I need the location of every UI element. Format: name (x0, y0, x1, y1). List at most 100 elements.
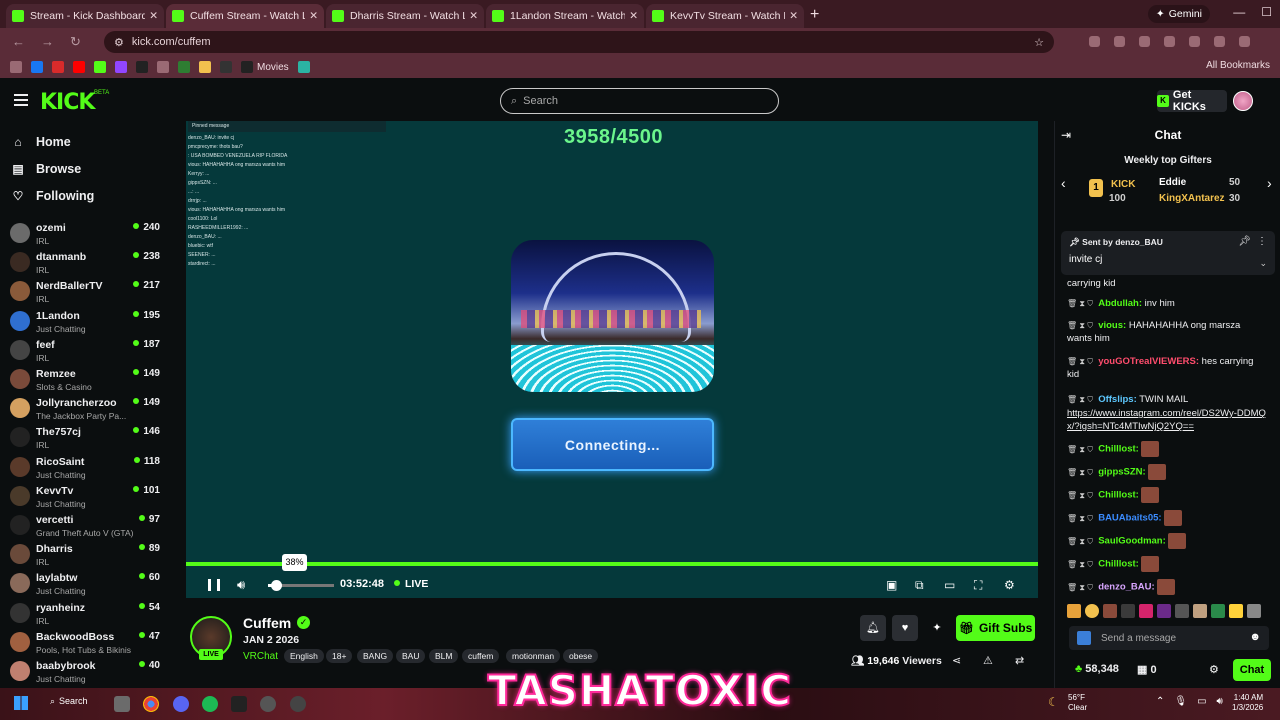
tag-pill[interactable]: motionman (506, 649, 561, 663)
nav-following[interactable]: ♡ Following (12, 189, 95, 203)
tag-pill[interactable]: BANG (357, 649, 394, 663)
chat-username[interactable]: SaulGoodman: (1098, 536, 1166, 547)
bookmark-icon[interactable] (220, 61, 232, 73)
browser-tab-5[interactable]: KevvTv Stream - Watch Live on ✕ (646, 4, 804, 28)
chat-send-button[interactable]: Chat (1233, 659, 1271, 681)
extension-icon[interactable] (1239, 36, 1250, 47)
kick-logo[interactable]: KICK (40, 90, 95, 115)
secondary-count[interactable]: ▦ 0 (1137, 663, 1157, 676)
share-icon[interactable]: ⋖ (952, 654, 961, 667)
chat-username[interactable]: Offslips: (1098, 394, 1137, 405)
sidebar-channel[interactable]: RicoSaint Just Chatting 118 (10, 455, 160, 484)
pinned-message[interactable]: 📌︎ Sent by denzo_BAU invite cj 📌︎ ⋮ ⌄ (1061, 231, 1275, 275)
taskbar-clock[interactable]: 1:40 AM 1/3/2026 (1232, 693, 1263, 713)
emote-icon[interactable] (1085, 604, 1099, 618)
get-kicks-button[interactable]: K Get KICKs (1157, 89, 1227, 113)
windows-start-icon[interactable] (14, 696, 28, 710)
emote-icon[interactable] (1139, 604, 1153, 618)
chat-username[interactable]: Chilllost: (1098, 490, 1139, 501)
chat-username[interactable]: Chilllost: (1098, 559, 1139, 570)
sidebar-channel[interactable]: Dharris IRL 89 (10, 542, 160, 571)
sidebar-channel[interactable]: 1Landon Just Chatting 195 (10, 309, 160, 338)
app-icon[interactable] (260, 696, 276, 712)
gemini-button[interactable]: ✦ Gemini (1147, 5, 1210, 23)
volume-knob[interactable] (271, 580, 283, 591)
search-input[interactable]: ⌕ Search (500, 88, 779, 114)
channel-points[interactable]: ♣ 58,348 (1075, 663, 1119, 675)
back-icon[interactable]: ← (12, 34, 25, 50)
address-bar[interactable]: ⚙ kick.com/cuffem ☆ (104, 31, 1054, 53)
twitch-bookmark-icon[interactable] (115, 61, 127, 73)
sidebar-channel[interactable]: KevvTv Just Chatting 101 (10, 484, 160, 513)
weather-widget[interactable]: 56°F Clear (1068, 693, 1087, 713)
extension-icon[interactable] (1164, 36, 1175, 47)
chat-username[interactable]: youGOTrealVIEWERS: (1098, 356, 1199, 367)
facebook-bookmark-icon[interactable] (31, 61, 43, 73)
app-icon[interactable] (290, 696, 306, 712)
browser-tab-3[interactable]: Dharris Stream - Watch Live on✕ (326, 4, 484, 28)
chat-input[interactable]: Send a message ☻ (1069, 626, 1269, 650)
sidebar-channel[interactable]: The757cj IRL 146 (10, 425, 160, 454)
x-bookmark-icon[interactable] (136, 61, 148, 73)
spotify-icon[interactable] (202, 696, 218, 712)
close-tab-icon[interactable]: ✕ (629, 10, 638, 22)
pause-icon[interactable] (208, 579, 220, 591)
clip-icon[interactable]: ⧉ (915, 578, 924, 593)
emote-icon[interactable] (1229, 604, 1243, 618)
sidebar-channel[interactable]: ozemi IRL 240 (10, 221, 160, 250)
extension-icon[interactable] (1189, 36, 1200, 47)
gifter-name[interactable]: Eddie (1159, 177, 1186, 188)
video-player[interactable]: Pinned message denzo_BAU: invite cj pmcpre… (186, 121, 1038, 598)
file-explorer-icon[interactable] (114, 696, 130, 712)
extension-icon[interactable] (1139, 36, 1150, 47)
sidebar-channel[interactable]: Remzee Slots & Casino 149 (10, 367, 160, 396)
chevron-right-icon[interactable]: › (1267, 175, 1272, 191)
tag-pill[interactable]: English (284, 649, 324, 663)
tag-pill[interactable]: BAU (396, 649, 426, 663)
sparkle-icon[interactable]: ✦ (924, 615, 950, 641)
chat-username[interactable]: denzo_BAU: (1098, 582, 1154, 593)
browser-tab-4[interactable]: 1Landon Stream - Watch Live o✕ (486, 4, 644, 28)
discord-icon[interactable] (173, 696, 189, 712)
follow-heart-icon[interactable]: ♥ (892, 615, 918, 641)
close-tab-icon[interactable]: ✕ (469, 10, 478, 22)
volume-slider[interactable] (268, 580, 334, 591)
user-avatar[interactable] (1233, 91, 1253, 111)
chat-username[interactable]: BAUAbaits05: (1098, 513, 1161, 524)
sidebar-channel[interactable]: Jollyrancherzoo The Jackbox Party Pa... 14… (10, 396, 160, 425)
settings-gear-icon[interactable]: ⚙ (1004, 578, 1015, 592)
emote-icon[interactable] (1193, 604, 1207, 618)
gifter-name[interactable]: KingXAntarez (1159, 193, 1225, 204)
sidebar-channel[interactable]: vercetti Grand Theft Auto V (GTA) 97 (10, 513, 160, 542)
emote-icon[interactable] (1103, 604, 1117, 618)
chat-username[interactable]: Chilllost: (1098, 444, 1139, 455)
chat-link[interactable]: https://www.instagram.com/reel/DS2Wy-DDM… (1067, 408, 1266, 432)
emote-icon[interactable] (1247, 604, 1261, 618)
pip-icon[interactable]: ▣ (886, 578, 897, 592)
bookmark-icon[interactable] (297, 61, 310, 73)
report-icon[interactable]: ⚠ (983, 654, 993, 667)
bookmark-icon[interactable] (157, 61, 169, 73)
apps-icon[interactable] (10, 61, 22, 73)
browser-tab-1[interactable]: Stream - Kick Dashboard ✕ (6, 4, 164, 28)
chevron-down-icon[interactable]: ⌄ (1259, 258, 1267, 269)
streamer-name[interactable]: Cuffem (243, 615, 291, 631)
chat-username[interactable]: vious: (1098, 320, 1126, 331)
chat-username[interactable]: gippsSZN: (1098, 467, 1146, 478)
gifter-name[interactable]: KICK (1111, 179, 1135, 190)
live-indicator[interactable]: LIVE (394, 578, 428, 590)
bookmark-icon[interactable] (52, 61, 64, 73)
volume-icon[interactable]: 🔊︎ (237, 577, 245, 593)
sidebar-channel[interactable]: ryanheinz IRL 54 (10, 601, 160, 630)
sidebar-channel[interactable]: dtanmanb IRL 238 (10, 250, 160, 279)
tag-pill[interactable]: 18+ (326, 649, 353, 663)
bookmark-movies[interactable]: Movies (241, 61, 289, 73)
emote-icon[interactable] (1211, 604, 1225, 618)
reload-icon[interactable]: ↻ (70, 34, 81, 50)
mic-icon[interactable]: 🎙︎ (1174, 696, 1187, 707)
emote-icon[interactable] (1157, 604, 1171, 618)
extension-icon[interactable] (1089, 36, 1100, 47)
gift-subs-button[interactable]: 🎁︎ Gift Subs (956, 615, 1035, 641)
more-icon[interactable]: ⇄ (1015, 654, 1024, 667)
stream-category[interactable]: VRChat (243, 651, 278, 662)
